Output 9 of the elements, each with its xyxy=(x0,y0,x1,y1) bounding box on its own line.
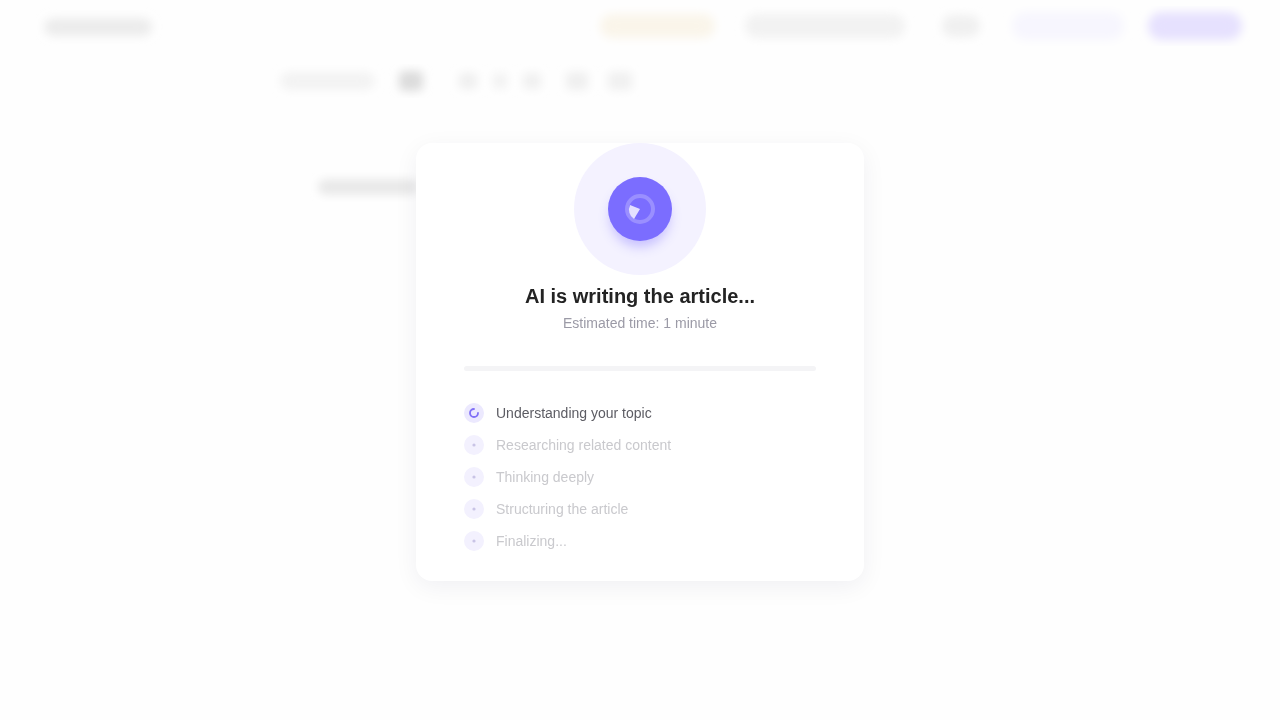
estimated-time: Estimated time: 1 minute xyxy=(562,314,718,332)
dot-icon xyxy=(464,467,484,487)
dot-icon xyxy=(464,435,484,455)
dot-icon xyxy=(464,531,484,551)
spinner-icon xyxy=(574,143,706,275)
dot-icon xyxy=(464,499,484,519)
step-label: Understanding your topic xyxy=(496,404,652,422)
dialog-title: AI is writing the article... xyxy=(524,284,756,308)
spinner-icon xyxy=(464,403,484,423)
